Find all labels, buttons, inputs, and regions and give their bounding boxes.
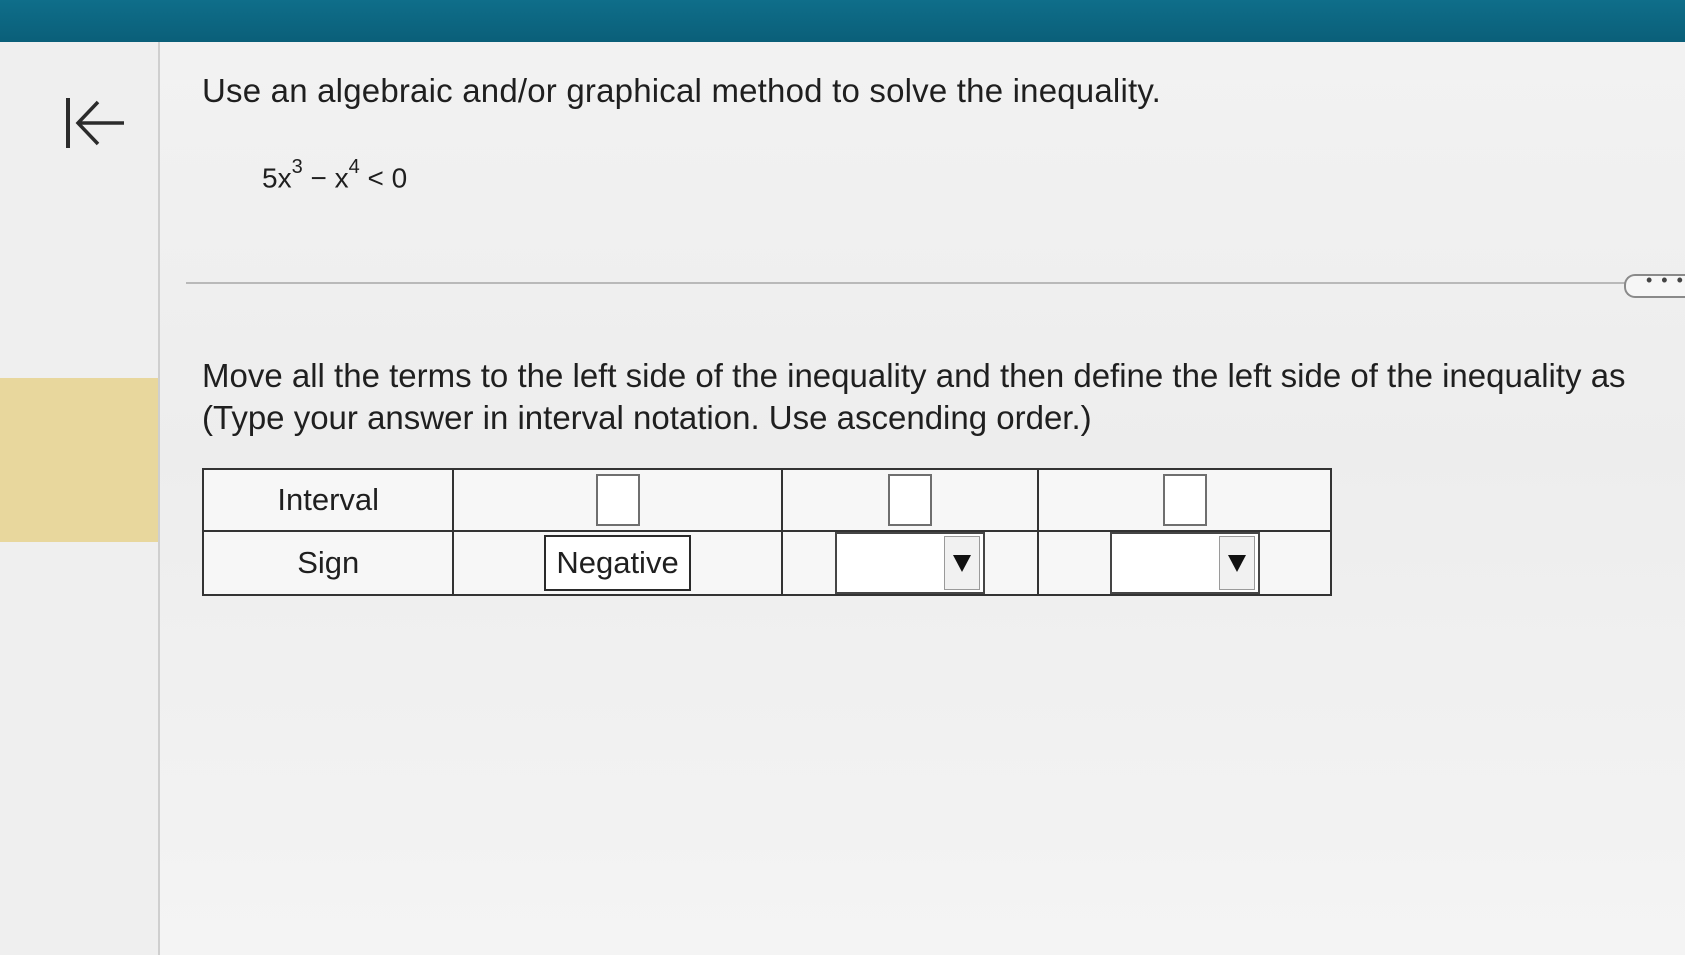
inequality-rhs: < 0 xyxy=(367,162,408,194)
inequality-expression: 5x3 − x4 < 0 xyxy=(262,156,408,194)
sign-row: Sign Negative xyxy=(201,530,1332,596)
interval-input-3[interactable] xyxy=(1162,474,1207,526)
dropdown-arrow-icon xyxy=(1218,536,1255,590)
interval-cell-1 xyxy=(452,468,783,532)
interval-input-2[interactable] xyxy=(888,474,932,526)
interval-row: Interval xyxy=(201,468,1332,532)
term-x: x xyxy=(334,162,349,194)
interval-header: Interval xyxy=(201,468,455,532)
more-dots-icon: • • • xyxy=(1646,270,1685,290)
current-part-indicator xyxy=(0,378,158,542)
sign-cell-1: Negative xyxy=(452,530,783,596)
sign-chart-table: Interval Sign Negative xyxy=(201,468,1332,596)
interval-cell-3 xyxy=(1037,468,1332,532)
interval-cell-2 xyxy=(780,468,1040,532)
back-button[interactable] xyxy=(62,92,132,154)
sign-cell-2 xyxy=(780,530,1040,596)
term-5x: 5x xyxy=(262,162,292,194)
dropdown-arrow-icon xyxy=(944,536,980,590)
part-instruction-line1: Move all the terms to the left side of t… xyxy=(202,357,1626,394)
part-instructions: Move all the terms to the left side of t… xyxy=(202,355,1626,439)
exponent-4: 4 xyxy=(348,156,360,178)
question-instruction: Use an algebraic and/or graphical method… xyxy=(202,72,1161,109)
top-banner xyxy=(0,0,1685,42)
exponent-3: 3 xyxy=(291,156,303,178)
sign-value-1: Negative xyxy=(544,535,691,591)
section-divider xyxy=(186,282,1626,284)
interval-input-1[interactable] xyxy=(595,474,640,526)
sign-cell-3 xyxy=(1037,530,1332,596)
sign-select-2[interactable] xyxy=(835,532,985,594)
arrow-left-to-bar-icon xyxy=(66,98,124,148)
sign-header: Sign xyxy=(201,530,455,596)
sign-select-3[interactable] xyxy=(1109,532,1260,594)
minus-sign: − xyxy=(310,162,327,194)
part-instruction-line2: (Type your answer in interval notation. … xyxy=(202,399,1092,436)
